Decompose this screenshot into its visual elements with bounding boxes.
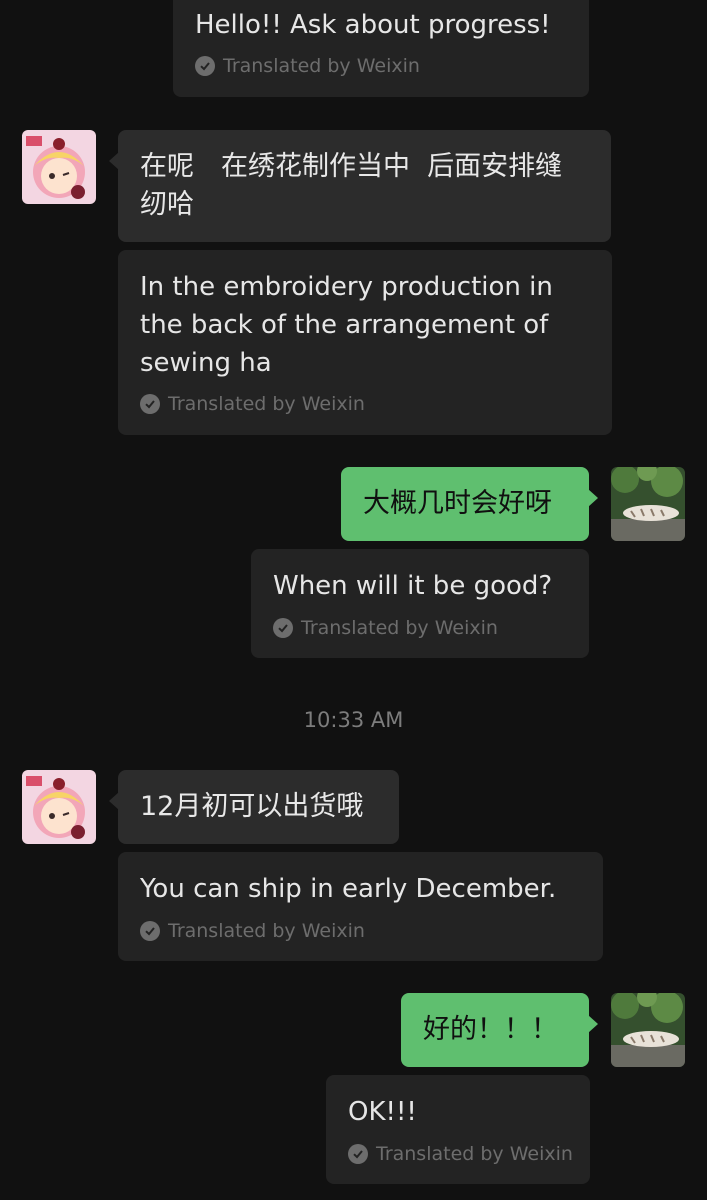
outgoing-message-bubble[interactable]: 好的！！！	[401, 993, 598, 1067]
translation-tag-label: Translated by Weixin	[168, 393, 365, 415]
translation-tag: Translated by Weixin	[273, 617, 498, 639]
translation-card[interactable]: OK!!! Translated by Weixin	[326, 1075, 590, 1184]
translation-text: Hello!! Ask about progress!	[195, 10, 551, 40]
translation-tag: Translated by Weixin	[140, 393, 365, 415]
message-text: 好的！！！	[423, 1014, 558, 1045]
checkmark-icon	[140, 394, 160, 414]
translation-text: In the embroidery production in the back…	[140, 272, 562, 378]
checkmark-icon	[140, 921, 160, 941]
self-avatar[interactable]	[611, 467, 685, 541]
translation-card[interactable]: In the embroidery production in the back…	[118, 250, 612, 435]
checkmark-icon	[348, 1144, 368, 1164]
message-text: 大概几时会好呀	[363, 488, 552, 519]
translation-tag: Translated by Weixin	[195, 55, 420, 77]
translation-card[interactable]: You can ship in early December. Translat…	[118, 852, 603, 961]
translation-tag-label: Translated by Weixin	[301, 617, 498, 639]
outgoing-message-bubble[interactable]: 大概几时会好呀	[341, 467, 598, 541]
incoming-message-bubble[interactable]: 12月初可以出货哦	[109, 770, 399, 844]
message-timestamp: 10:33 AM	[303, 708, 404, 732]
contact-avatar[interactable]	[22, 770, 96, 844]
self-avatar[interactable]	[611, 993, 685, 1067]
contact-avatar[interactable]	[22, 130, 96, 204]
checkmark-icon	[195, 56, 215, 76]
translation-text: You can ship in early December.	[140, 874, 557, 904]
translation-card[interactable]: When will it be good? Translated by Weix…	[251, 549, 589, 658]
translation-text: When will it be good?	[273, 571, 553, 601]
translation-tag-label: Translated by Weixin	[376, 1143, 573, 1165]
translation-tag: Translated by Weixin	[348, 1143, 573, 1165]
message-text: 12月初可以出货哦	[140, 791, 364, 822]
translation-text: OK!!!	[348, 1097, 417, 1127]
translation-tag: Translated by Weixin	[140, 920, 365, 942]
checkmark-icon	[273, 618, 293, 638]
translation-card[interactable]: Hello!! Ask about progress! Translated b…	[173, 0, 589, 97]
message-text: 在呢 在绣花制作当中 后面安排缝纫哈	[140, 151, 563, 220]
translation-tag-label: Translated by Weixin	[168, 920, 365, 942]
incoming-message-bubble[interactable]: 在呢 在绣花制作当中 后面安排缝纫哈	[109, 130, 611, 242]
translation-tag-label: Translated by Weixin	[223, 55, 420, 77]
